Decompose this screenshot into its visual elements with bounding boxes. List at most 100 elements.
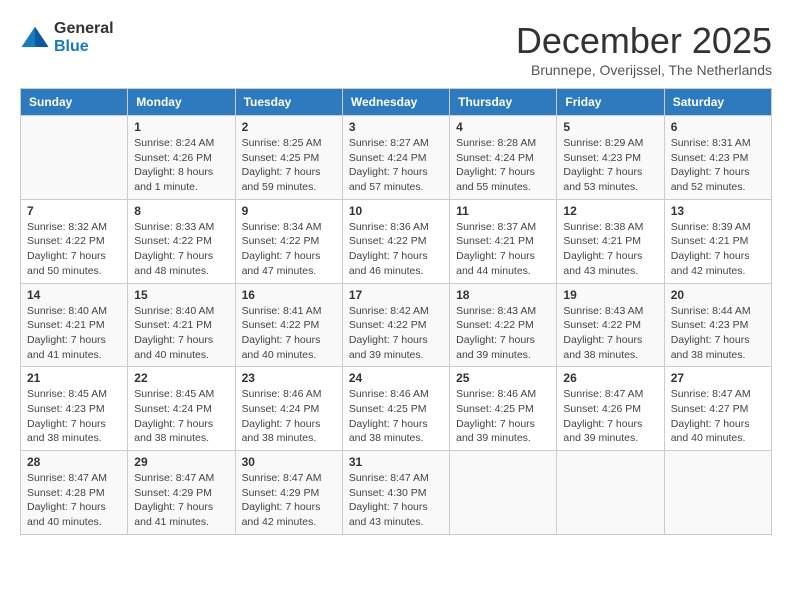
day-number: 24 (349, 371, 443, 385)
calendar-cell (557, 451, 664, 535)
day-number: 31 (349, 455, 443, 469)
header-cell-saturday: Saturday (664, 89, 771, 116)
calendar-cell: 20 Sunrise: 8:44 AM Sunset: 4:23 PM Dayli… (664, 283, 771, 367)
day-number: 7 (27, 204, 121, 218)
day-number: 28 (27, 455, 121, 469)
day-info: Sunrise: 8:46 AM Sunset: 4:25 PM Dayligh… (456, 387, 550, 446)
header-cell-tuesday: Tuesday (235, 89, 342, 116)
header-row: SundayMondayTuesdayWednesdayThursdayFrid… (21, 89, 772, 116)
day-info: Sunrise: 8:43 AM Sunset: 4:22 PM Dayligh… (456, 304, 550, 363)
day-info: Sunrise: 8:47 AM Sunset: 4:28 PM Dayligh… (27, 471, 121, 530)
calendar-cell: 26 Sunrise: 8:47 AM Sunset: 4:26 PM Dayli… (557, 367, 664, 451)
calendar-cell: 1 Sunrise: 8:24 AM Sunset: 4:26 PM Daylig… (128, 116, 235, 200)
day-number: 29 (134, 455, 228, 469)
calendar-cell: 28 Sunrise: 8:47 AM Sunset: 4:28 PM Dayli… (21, 451, 128, 535)
day-number: 6 (671, 120, 765, 134)
day-info: Sunrise: 8:28 AM Sunset: 4:24 PM Dayligh… (456, 136, 550, 195)
calendar-cell: 30Sunrise: 8:47 AM Sunset: 4:29 PM Dayli… (235, 451, 342, 535)
day-info: Sunrise: 8:27 AM Sunset: 4:24 PM Dayligh… (349, 136, 443, 195)
calendar-week-2: 7 Sunrise: 8:32 AM Sunset: 4:22 PM Daylig… (21, 199, 772, 283)
day-number: 3 (349, 120, 443, 134)
logo-icon (20, 23, 50, 53)
day-number: 2 (242, 120, 336, 134)
day-info: Sunrise: 8:40 AM Sunset: 4:21 PM Dayligh… (134, 304, 228, 363)
day-number: 12 (563, 204, 657, 218)
day-info: Sunrise: 8:47 AM Sunset: 4:30 PM Dayligh… (349, 471, 443, 530)
calendar-cell: 19 Sunrise: 8:43 AM Sunset: 4:22 PM Dayli… (557, 283, 664, 367)
calendar-cell: 27Sunrise: 8:47 AM Sunset: 4:27 PM Dayli… (664, 367, 771, 451)
day-info: Sunrise: 8:38 AM Sunset: 4:21 PM Dayligh… (563, 220, 657, 279)
calendar-cell: 21Sunrise: 8:45 AM Sunset: 4:23 PM Dayli… (21, 367, 128, 451)
day-info: Sunrise: 8:39 AM Sunset: 4:21 PM Dayligh… (671, 220, 765, 279)
day-info: Sunrise: 8:47 AM Sunset: 4:26 PM Dayligh… (563, 387, 657, 446)
calendar-body: 1 Sunrise: 8:24 AM Sunset: 4:26 PM Daylig… (21, 116, 772, 535)
page-header: General Blue December 2025 Brunnepe, Ove… (20, 20, 772, 78)
day-info: Sunrise: 8:44 AM Sunset: 4:23 PM Dayligh… (671, 304, 765, 363)
day-number: 8 (134, 204, 228, 218)
calendar-cell: 25 Sunrise: 8:46 AM Sunset: 4:25 PM Dayli… (450, 367, 557, 451)
logo-blue-text: Blue (54, 38, 114, 56)
calendar-week-1: 1 Sunrise: 8:24 AM Sunset: 4:26 PM Daylig… (21, 116, 772, 200)
day-number: 20 (671, 288, 765, 302)
calendar-cell (21, 116, 128, 200)
header-cell-wednesday: Wednesday (342, 89, 449, 116)
calendar-header: SundayMondayTuesdayWednesdayThursdayFrid… (21, 89, 772, 116)
day-number: 23 (242, 371, 336, 385)
day-number: 4 (456, 120, 550, 134)
month-title: December 2025 (516, 20, 772, 62)
calendar-cell: 15 Sunrise: 8:40 AM Sunset: 4:21 PM Dayli… (128, 283, 235, 367)
day-number: 1 (134, 120, 228, 134)
header-cell-friday: Friday (557, 89, 664, 116)
day-info: Sunrise: 8:37 AM Sunset: 4:21 PM Dayligh… (456, 220, 550, 279)
day-info: Sunrise: 8:24 AM Sunset: 4:26 PM Dayligh… (134, 136, 228, 195)
day-info: Sunrise: 8:33 AM Sunset: 4:22 PM Dayligh… (134, 220, 228, 279)
day-info: Sunrise: 8:45 AM Sunset: 4:24 PM Dayligh… (134, 387, 228, 446)
calendar-cell: 12 Sunrise: 8:38 AM Sunset: 4:21 PM Dayli… (557, 199, 664, 283)
day-number: 11 (456, 204, 550, 218)
calendar-cell: 22 Sunrise: 8:45 AM Sunset: 4:24 PM Dayli… (128, 367, 235, 451)
day-number: 19 (563, 288, 657, 302)
calendar-cell: 23 Sunrise: 8:46 AM Sunset: 4:24 PM Dayli… (235, 367, 342, 451)
calendar-cell: 31 Sunrise: 8:47 AM Sunset: 4:30 PM Dayli… (342, 451, 449, 535)
calendar-cell: 11 Sunrise: 8:37 AM Sunset: 4:21 PM Dayli… (450, 199, 557, 283)
calendar-cell: 29 Sunrise: 8:47 AM Sunset: 4:29 PM Dayli… (128, 451, 235, 535)
day-number: 14 (27, 288, 121, 302)
day-info: Sunrise: 8:46 AM Sunset: 4:24 PM Dayligh… (242, 387, 336, 446)
day-number: 22 (134, 371, 228, 385)
calendar-cell (664, 451, 771, 535)
logo: General Blue (20, 20, 114, 55)
calendar-cell: 10Sunrise: 8:36 AM Sunset: 4:22 PM Dayli… (342, 199, 449, 283)
day-info: Sunrise: 8:36 AM Sunset: 4:22 PM Dayligh… (349, 220, 443, 279)
calendar-cell: 24 Sunrise: 8:46 AM Sunset: 4:25 PM Dayli… (342, 367, 449, 451)
calendar-week-3: 14 Sunrise: 8:40 AM Sunset: 4:21 PM Dayli… (21, 283, 772, 367)
calendar-cell: 2Sunrise: 8:25 AM Sunset: 4:25 PM Daylig… (235, 116, 342, 200)
day-number: 17 (349, 288, 443, 302)
day-info: Sunrise: 8:32 AM Sunset: 4:22 PM Dayligh… (27, 220, 121, 279)
header-cell-monday: Monday (128, 89, 235, 116)
header-cell-sunday: Sunday (21, 89, 128, 116)
day-number: 9 (242, 204, 336, 218)
day-info: Sunrise: 8:47 AM Sunset: 4:29 PM Dayligh… (242, 471, 336, 530)
day-number: 15 (134, 288, 228, 302)
calendar-cell: 4 Sunrise: 8:28 AM Sunset: 4:24 PM Daylig… (450, 116, 557, 200)
day-info: Sunrise: 8:43 AM Sunset: 4:22 PM Dayligh… (563, 304, 657, 363)
day-number: 16 (242, 288, 336, 302)
day-number: 26 (563, 371, 657, 385)
calendar-table: SundayMondayTuesdayWednesdayThursdayFrid… (20, 88, 772, 535)
calendar-cell: 9 Sunrise: 8:34 AM Sunset: 4:22 PM Daylig… (235, 199, 342, 283)
day-info: Sunrise: 8:46 AM Sunset: 4:25 PM Dayligh… (349, 387, 443, 446)
day-info: Sunrise: 8:47 AM Sunset: 4:29 PM Dayligh… (134, 471, 228, 530)
calendar-cell: 5 Sunrise: 8:29 AM Sunset: 4:23 PM Daylig… (557, 116, 664, 200)
day-info: Sunrise: 8:34 AM Sunset: 4:22 PM Dayligh… (242, 220, 336, 279)
calendar-cell: 13 Sunrise: 8:39 AM Sunset: 4:21 PM Dayli… (664, 199, 771, 283)
day-number: 25 (456, 371, 550, 385)
title-block: December 2025 Brunnepe, Overijssel, The … (516, 20, 772, 78)
calendar-week-4: 21Sunrise: 8:45 AM Sunset: 4:23 PM Dayli… (21, 367, 772, 451)
calendar-cell: 3 Sunrise: 8:27 AM Sunset: 4:24 PM Daylig… (342, 116, 449, 200)
day-info: Sunrise: 8:29 AM Sunset: 4:23 PM Dayligh… (563, 136, 657, 195)
header-cell-thursday: Thursday (450, 89, 557, 116)
day-number: 27 (671, 371, 765, 385)
day-number: 5 (563, 120, 657, 134)
day-number: 18 (456, 288, 550, 302)
day-number: 13 (671, 204, 765, 218)
